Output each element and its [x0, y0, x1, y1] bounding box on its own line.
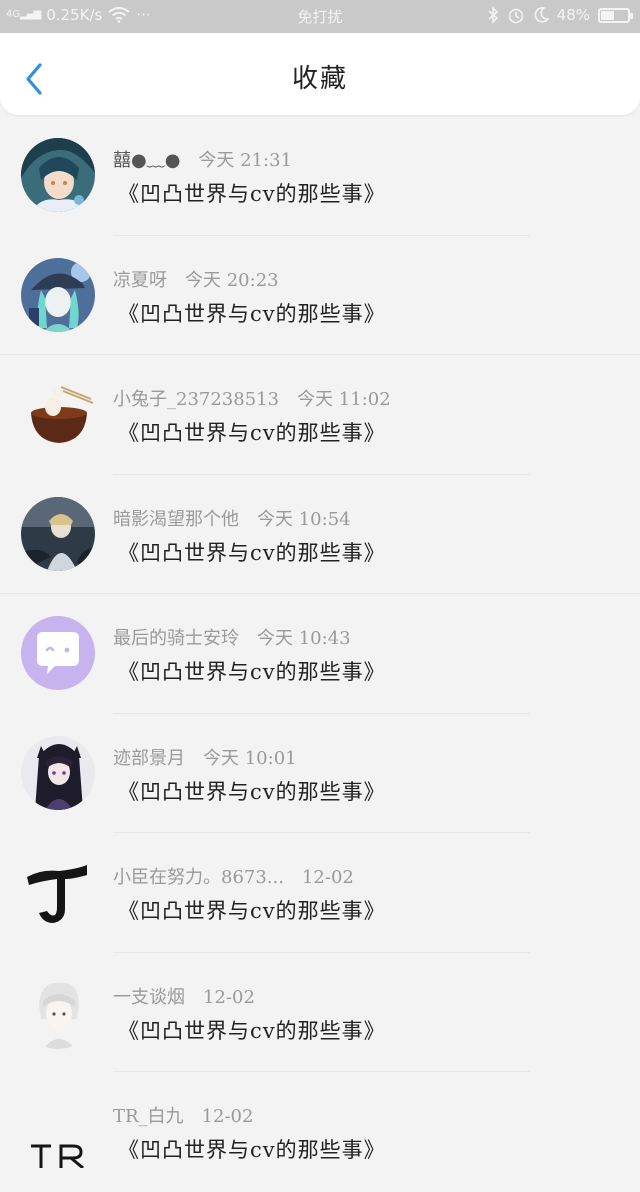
page-title: 收藏: [291, 64, 348, 94]
avatar[interactable]: [21, 257, 95, 332]
avatar[interactable]: [21, 855, 95, 929]
username[interactable]: 迹部景月: [113, 748, 185, 769]
post-title[interactable]: 《凹凸世界与cv的那些事》: [118, 417, 386, 447]
username[interactable]: 暗影渴望那个他: [113, 509, 239, 530]
item-meta: 最后的骑士安玲 今天 10:43: [113, 624, 351, 650]
item-meta: 迹部景月 今天 10:01: [113, 744, 297, 770]
item-meta: TR_白九 12-02: [113, 1102, 253, 1128]
post-title[interactable]: 《凹凸世界与cv的那些事》: [118, 537, 386, 567]
battery-percent: 48%: [556, 6, 590, 24]
post-title[interactable]: 《凹凸世界与cv的那些事》: [118, 298, 386, 328]
post-title[interactable]: 《凹凸世界与cv的那些事》: [118, 895, 386, 925]
timestamp: 今天 10:43: [257, 628, 351, 649]
post-title[interactable]: 《凹凸世界与cv的那些事》: [118, 656, 386, 686]
list-item[interactable]: TR_白九 12-02 《凹凸世界与cv的那些事》: [0, 1072, 640, 1192]
post-title[interactable]: 《凹凸世界与cv的那些事》: [118, 178, 386, 208]
post-title[interactable]: 《凹凸世界与cv的那些事》: [118, 1015, 386, 1045]
item-meta: 暗影渴望那个他 今天 10:54: [113, 505, 351, 531]
nav-header: 收藏: [0, 33, 640, 115]
list-item[interactable]: 暗影渴望那个他 今天 10:54 《凹凸世界与cv的那些事》: [0, 475, 640, 594]
status-right: 48%: [487, 6, 633, 24]
username[interactable]: TR_白九: [113, 1106, 184, 1127]
item-meta: 囍●﹏● 今天 21:31: [113, 146, 292, 172]
item-meta: 一支谈烟 12-02: [113, 983, 255, 1009]
item-meta: 小臣在努力。8673... 12-02: [113, 863, 354, 889]
list-item[interactable]: 迹部景月 今天 10:01 《凹凸世界与cv的那些事》: [0, 714, 640, 833]
username[interactable]: 最后的骑士安玲: [113, 628, 239, 649]
favorites-list: 囍●﹏● 今天 21:31 《凹凸世界与cv的那些事》 凉夏呀 今天 20:23 《…: [0, 116, 640, 1192]
timestamp: 今天 20:23: [185, 269, 279, 291]
alarm-icon: [508, 8, 523, 24]
list-item[interactable]: 囍●﹏● 今天 21:31 《凹凸世界与cv的那些事》: [0, 116, 640, 236]
timestamp: 今天 10:54: [257, 508, 351, 530]
post-title[interactable]: 《凹凸世界与cv的那些事》: [118, 776, 386, 806]
avatar[interactable]: [21, 616, 95, 690]
timestamp: 12-02: [201, 1106, 254, 1127]
timestamp: 今天 11:02: [297, 389, 391, 410]
timestamp: 12-02: [203, 986, 255, 1008]
list-item[interactable]: 凉夏呀 今天 20:23 《凹凸世界与cv的那些事》: [0, 236, 640, 355]
list-item[interactable]: 小兔子_237238513 今天 11:02 《凹凸世界与cv的那些事》: [0, 355, 640, 475]
moon-icon: [534, 7, 549, 23]
avatar[interactable]: [21, 1094, 95, 1168]
list-item[interactable]: 小臣在努力。8673... 12-02 《凹凸世界与cv的那些事》: [0, 833, 640, 953]
list-item[interactable]: 一支谈烟 12-02 《凹凸世界与cv的那些事》: [0, 953, 640, 1072]
item-meta: 凉夏呀 今天 20:23: [113, 266, 279, 292]
battery-icon: [598, 7, 633, 23]
item-meta: 小兔子_237238513 今天 11:02: [113, 385, 391, 411]
status-bar: 4G▂▄▆ 0.25K/s ··· 免打扰 48%: [0, 0, 640, 33]
username[interactable]: 一支谈烟: [113, 987, 185, 1008]
avatar[interactable]: [21, 496, 95, 571]
avatar[interactable]: [21, 377, 95, 451]
avatar[interactable]: [21, 138, 95, 212]
list-item[interactable]: 最后的骑士安玲 今天 10:43 《凹凸世界与cv的那些事》: [0, 594, 640, 714]
post-title[interactable]: 《凹凸世界与cv的那些事》: [118, 1134, 386, 1164]
username[interactable]: 凉夏呀: [113, 270, 167, 291]
timestamp: 今天 10:01: [203, 747, 297, 769]
timestamp: 12-02: [301, 867, 354, 888]
avatar[interactable]: [21, 974, 95, 1049]
timestamp: 今天 21:31: [198, 150, 293, 171]
username[interactable]: 小兔子_237238513: [113, 389, 279, 410]
username[interactable]: 小臣在努力。8673...: [113, 867, 284, 888]
avatar[interactable]: [21, 735, 95, 810]
username[interactable]: 囍●﹏●: [113, 150, 180, 171]
bluetooth-icon: [488, 6, 498, 24]
chat-bubble-icon: [21, 616, 95, 690]
